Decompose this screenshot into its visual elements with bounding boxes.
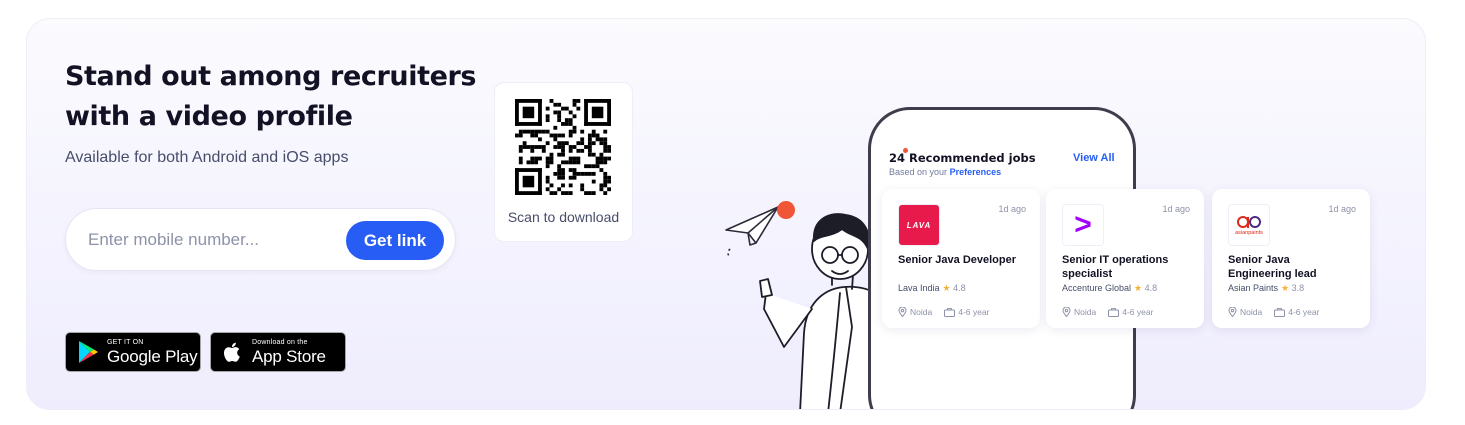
app-store-small-label: Download on the: [252, 339, 308, 346]
star-icon: ★: [1281, 283, 1290, 293]
recommended-subtitle: Based on your Preferences: [889, 167, 1001, 177]
recommended-count: 24: [889, 151, 906, 165]
mobile-number-input[interactable]: [88, 225, 338, 255]
get-link-button[interactable]: Get link: [346, 221, 444, 260]
job-location: Noida: [1074, 307, 1097, 317]
company-rating: 3.8: [1291, 283, 1305, 293]
company-rating: 4.8: [953, 283, 966, 293]
qr-caption: Scan to download: [507, 209, 620, 225]
job-company: Lava India ★ 4.8: [898, 283, 966, 294]
banner-headline: Stand out among recruiters with a video …: [65, 57, 485, 137]
briefcase-icon: [944, 307, 956, 317]
mobile-number-form: Get link: [65, 208, 456, 271]
banner-subtitle: Available for both Android and iOS apps: [65, 149, 349, 166]
job-experience: 4-6 year: [1288, 307, 1320, 317]
view-all-link[interactable]: View All: [1073, 152, 1115, 164]
asian-paints-mark-icon: [1237, 215, 1261, 228]
job-experience: 4-6 year: [1122, 307, 1154, 317]
headline-line-2: with a video profile: [65, 101, 353, 132]
recommended-jobs-title: 24 Recommended jobs: [889, 151, 1036, 165]
google-play-icon: [79, 341, 98, 363]
job-title: Senior Java Developer: [898, 254, 1017, 266]
star-icon: ★: [942, 283, 951, 293]
job-meta: Noida 4-6 year: [1228, 307, 1319, 317]
job-company: Asian Paints ★ 3.8: [1228, 283, 1304, 294]
lava-logo-text: LAVA: [906, 220, 932, 230]
app-store-button[interactable]: Download on the App Store: [210, 332, 346, 372]
briefcase-icon: [1274, 307, 1286, 317]
recommended-title-text: Recommended jobs: [909, 151, 1036, 165]
job-experience: 4-6 year: [958, 307, 990, 317]
job-meta: Noida 4-6 year: [1062, 307, 1153, 317]
location-icon: [898, 307, 907, 317]
headline-line-1: Stand out among recruiters: [65, 61, 477, 92]
job-location: Noida: [910, 307, 933, 317]
notification-dot: [777, 201, 795, 219]
job-card[interactable]: asianpaints 1d ago Senior Java Engineeri…: [1212, 189, 1370, 328]
location-icon: [1062, 307, 1071, 317]
asian-paints-logo-text: asianpaints: [1235, 229, 1263, 236]
job-posted-age: 1d ago: [1328, 204, 1356, 214]
job-title: Senior Java Engineering lead: [1228, 254, 1317, 280]
location-icon: [1228, 307, 1237, 317]
accenture-logo-text: >: [1074, 208, 1092, 241]
company-name: Lava India: [898, 283, 940, 293]
google-play-small-label: GET IT ON: [107, 339, 144, 346]
paper-plane-icon: [725, 206, 779, 258]
recommended-subtitle-prefix: Based on your: [889, 167, 948, 177]
apple-icon: [224, 342, 240, 362]
google-play-button[interactable]: GET IT ON Google Play: [65, 332, 201, 372]
accenture-logo: >: [1062, 204, 1104, 246]
job-title: Senior IT operations specialist: [1062, 254, 1169, 280]
preferences-link[interactable]: Preferences: [950, 167, 1002, 177]
app-download-banner: Stand out among recruiters with a video …: [26, 18, 1426, 410]
qr-code-card: Scan to download: [494, 82, 633, 242]
company-rating: 4.8: [1144, 283, 1158, 293]
job-location: Noida: [1240, 307, 1263, 317]
job-card[interactable]: > 1d ago Senior IT operations specialist…: [1046, 189, 1204, 328]
briefcase-icon: [1108, 307, 1120, 317]
google-play-label: Google Play: [107, 347, 198, 366]
job-posted-age: 1d ago: [998, 204, 1026, 214]
lava-logo: LAVA: [898, 204, 940, 246]
company-name: Accenture Global: [1062, 283, 1132, 293]
job-meta: Noida 4-6 year: [898, 307, 989, 317]
job-posted-age: 1d ago: [1162, 204, 1190, 214]
star-icon: ★: [1134, 283, 1143, 293]
app-store-label: App Store: [252, 347, 326, 366]
asian-paints-logo: asianpaints: [1228, 204, 1270, 246]
company-name: Asian Paints: [1228, 283, 1279, 293]
job-card[interactable]: LAVA 1d ago Senior Java Developer Lava I…: [882, 189, 1040, 328]
qr-code: [515, 99, 611, 195]
job-company: Accenture Global ★ 4.8: [1062, 283, 1157, 294]
